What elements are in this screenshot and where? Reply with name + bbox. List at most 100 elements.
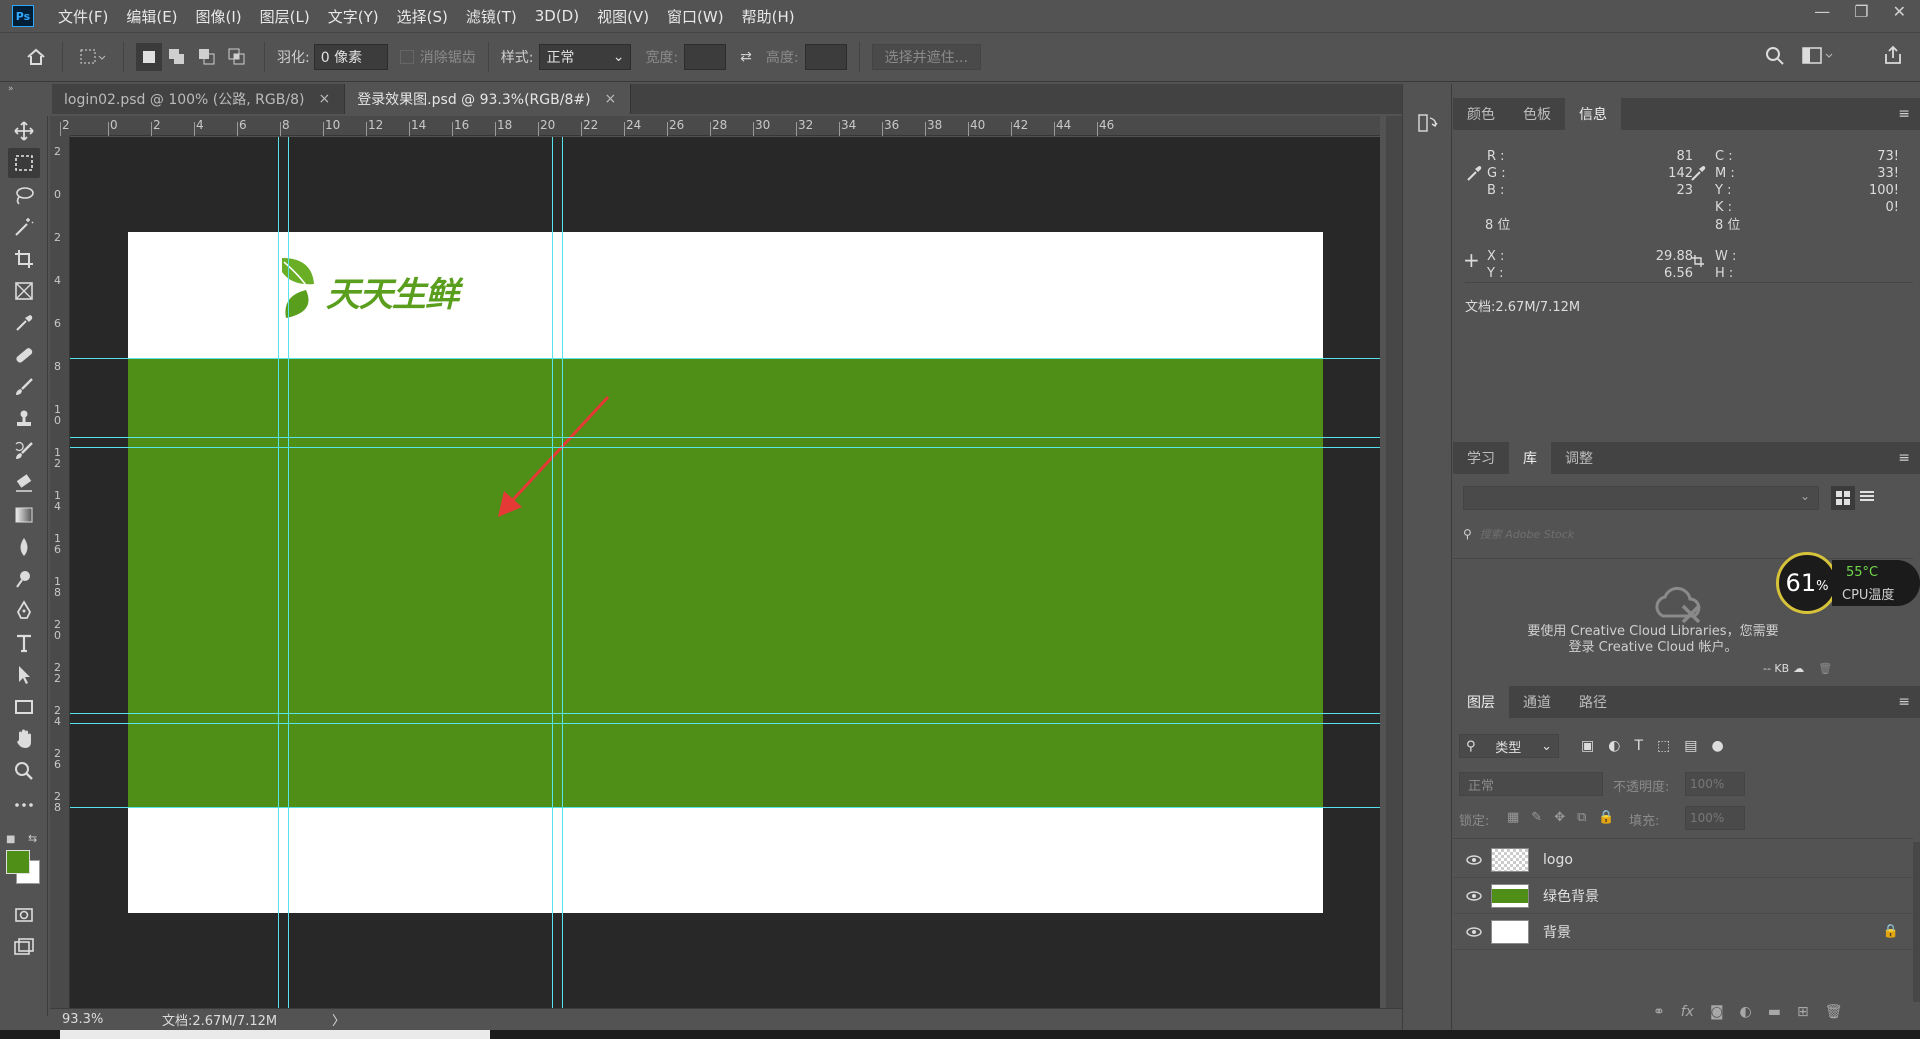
layer-filter-select[interactable]: ⚲ 类型 ⌄ xyxy=(1459,734,1559,758)
panel-menu-icon[interactable]: ≡ xyxy=(1898,694,1910,710)
collapse-toolbar-icon[interactable]: » xyxy=(8,84,14,94)
menu-window[interactable]: 窗口(W) xyxy=(667,6,724,27)
eye-icon[interactable] xyxy=(1463,926,1485,937)
menu-help[interactable]: 帮助(H) xyxy=(742,6,795,27)
home-icon[interactable] xyxy=(22,43,50,71)
menu-layer[interactable]: 图层(L) xyxy=(260,6,310,27)
subtract-selection-icon[interactable] xyxy=(192,43,222,71)
menu-edit[interactable]: 编辑(E) xyxy=(126,6,177,27)
minimize-icon[interactable]: — xyxy=(1814,2,1830,21)
filter-toggle-icon[interactable]: ● xyxy=(1711,738,1723,754)
tab-login02[interactable]: login02.psd @ 100% (公路, RGB/8) × xyxy=(52,84,346,114)
delete-layer-icon[interactable]: 🗑 xyxy=(1825,1004,1843,1020)
lock-artboard-icon[interactable]: ⧉ xyxy=(1577,810,1586,825)
taskbar-window[interactable] xyxy=(60,1030,490,1039)
restore-icon[interactable]: ❐ xyxy=(1854,2,1868,21)
layer-row-logo[interactable]: logo xyxy=(1453,842,1913,878)
workspace-icon[interactable] xyxy=(1802,46,1834,70)
close-icon[interactable]: × xyxy=(605,91,617,107)
pixel-filter-icon[interactable]: ▣ xyxy=(1581,738,1594,754)
tab-login-effect[interactable]: 登录效果图.psd @ 93.3%(RGB/8#) × xyxy=(345,84,632,114)
add-selection-icon[interactable] xyxy=(162,43,192,71)
menu-file[interactable]: 文件(F) xyxy=(58,6,108,27)
menu-3d[interactable]: 3D(D) xyxy=(535,7,579,25)
type-tool-icon[interactable] xyxy=(8,628,40,658)
lock-transparent-icon[interactable]: ▦ xyxy=(1507,810,1519,825)
lasso-tool-icon[interactable] xyxy=(8,180,40,210)
swap-colors-icon[interactable]: ⇆ xyxy=(28,832,37,845)
eraser-tool-icon[interactable] xyxy=(8,468,40,498)
mask-icon[interactable]: ◙ xyxy=(1710,1004,1724,1020)
new-selection-icon[interactable] xyxy=(136,43,162,71)
menu-view[interactable]: 视图(V) xyxy=(597,6,649,27)
gradient-tool-icon[interactable] xyxy=(8,500,40,530)
feather-input[interactable]: 0 像素 xyxy=(313,44,388,70)
hand-tool-icon[interactable] xyxy=(8,724,40,754)
opacity-input[interactable]: 100% xyxy=(1685,772,1745,796)
canvas-scrollbar[interactable] xyxy=(1386,116,1402,1008)
menu-filter[interactable]: 滤镜(T) xyxy=(466,6,517,27)
stock-search[interactable]: ⚲ 搜索 Adobe Stock xyxy=(1463,524,1911,544)
folder-icon[interactable]: ▬ xyxy=(1768,1004,1781,1020)
adjustment-filter-icon[interactable]: ◐ xyxy=(1608,738,1620,754)
foreground-color-swatch[interactable] xyxy=(6,850,30,874)
zoom-level[interactable]: 93.3% xyxy=(62,1012,162,1027)
intersect-selection-icon[interactable] xyxy=(222,43,252,71)
eye-icon[interactable] xyxy=(1463,854,1485,865)
tab-learn[interactable]: 学习 xyxy=(1453,442,1509,474)
tab-color[interactable]: 颜色 xyxy=(1453,98,1509,130)
healing-brush-tool-icon[interactable] xyxy=(8,340,40,370)
height-input[interactable] xyxy=(804,44,847,70)
layer-name[interactable]: logo xyxy=(1543,852,1573,868)
layer-row-background[interactable]: 背景 🔒 xyxy=(1453,914,1913,950)
tab-adjustments[interactable]: 调整 xyxy=(1551,442,1607,474)
shape-filter-icon[interactable]: ⬚ xyxy=(1657,738,1670,754)
move-tool-icon[interactable] xyxy=(8,116,40,146)
screen-mode-icon[interactable] xyxy=(8,932,40,962)
path-select-tool-icon[interactable] xyxy=(8,660,40,690)
tab-info[interactable]: 信息 xyxy=(1565,98,1621,130)
brush-tool-icon[interactable] xyxy=(8,372,40,402)
magic-wand-tool-icon[interactable] xyxy=(8,212,40,242)
history-panel-icon[interactable] xyxy=(1417,112,1439,138)
rectangle-tool-icon[interactable] xyxy=(8,692,40,722)
rect-marquee-tool-icon[interactable] xyxy=(8,148,40,178)
tab-paths[interactable]: 路径 xyxy=(1565,686,1621,718)
menu-type[interactable]: 文字(Y) xyxy=(328,6,379,27)
width-input[interactable] xyxy=(684,44,727,70)
list-view-icon[interactable] xyxy=(1859,489,1875,509)
fx-icon[interactable]: fx xyxy=(1681,1004,1694,1020)
pen-tool-icon[interactable] xyxy=(8,596,40,626)
share-icon[interactable] xyxy=(1882,44,1904,70)
fill-input[interactable]: 100% xyxy=(1685,806,1745,830)
tab-channels[interactable]: 通道 xyxy=(1509,686,1565,718)
tab-swatches[interactable]: 色板 xyxy=(1509,98,1565,130)
blend-mode-select[interactable]: 正常 xyxy=(1459,772,1603,796)
layer-name[interactable]: 背景 xyxy=(1543,922,1571,942)
eye-icon[interactable] xyxy=(1463,890,1485,901)
blur-tool-icon[interactable] xyxy=(8,532,40,562)
zoom-tool-icon[interactable] xyxy=(8,756,40,786)
tab-layers[interactable]: 图层 xyxy=(1453,686,1509,718)
lock-pixels-icon[interactable]: ✎ xyxy=(1531,810,1542,825)
status-menu-icon[interactable]: 〉 xyxy=(332,1010,345,1029)
layer-name[interactable]: 绿色背景 xyxy=(1543,886,1599,906)
layer-row-green-bg[interactable]: 绿色背景 xyxy=(1453,878,1913,914)
eyedropper-tool-icon[interactable] xyxy=(8,308,40,338)
type-filter-icon[interactable]: T xyxy=(1634,738,1643,754)
frame-tool-icon[interactable] xyxy=(8,276,40,306)
smart-object-filter-icon[interactable]: ▤ xyxy=(1684,738,1697,754)
antialias-checkbox[interactable] xyxy=(399,50,414,64)
lock-position-icon[interactable]: ✥ xyxy=(1554,810,1565,825)
lock-all-icon[interactable]: 🔒 xyxy=(1598,810,1614,825)
adjustment-layer-icon[interactable]: ◐ xyxy=(1740,1004,1752,1020)
more-tools-icon[interactable] xyxy=(8,790,40,820)
new-layer-icon[interactable]: ⊞ xyxy=(1797,1004,1809,1020)
layers-scrollbar[interactable] xyxy=(1913,842,1920,1002)
grid-view-icon[interactable] xyxy=(1831,486,1855,510)
library-select[interactable]: ⌄ xyxy=(1463,486,1819,510)
stamp-tool-icon[interactable] xyxy=(8,404,40,434)
cloud-sync-icon[interactable]: ☁ xyxy=(1793,662,1804,675)
swap-icon[interactable]: ⇄ xyxy=(740,49,752,65)
tab-libraries[interactable]: 库 xyxy=(1509,442,1551,474)
